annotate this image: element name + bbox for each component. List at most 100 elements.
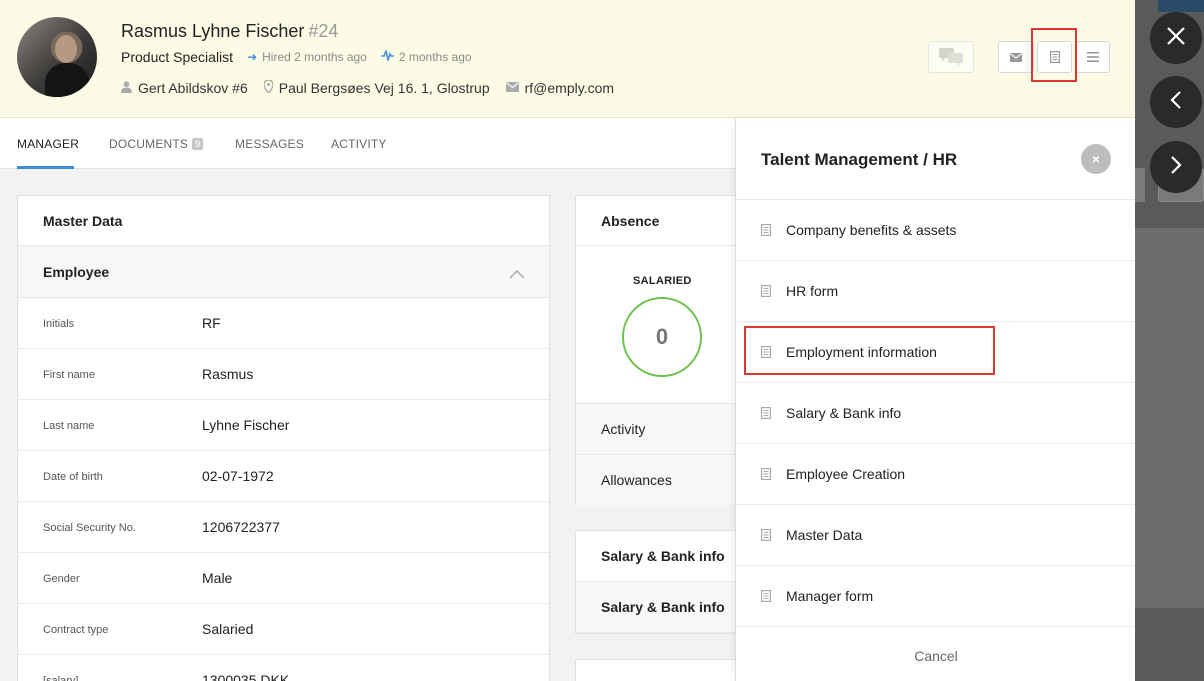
form-list-item-label: HR form xyxy=(786,283,839,299)
additional-card xyxy=(575,659,745,681)
data-row: Initials RF xyxy=(18,298,549,349)
contact-line: Gert Abildskov #6 Paul Bergsøes Vej 16. … xyxy=(121,79,630,96)
envelope-icon xyxy=(505,81,519,95)
tab-activity[interactable]: ACTIVITY xyxy=(331,137,387,151)
chevron-right-icon xyxy=(1170,155,1182,180)
address-text: Paul Bergsøes Vej 16. 1, Glostrup xyxy=(278,80,490,96)
field-value[interactable]: Male xyxy=(202,570,232,586)
form-list-item[interactable]: Master Data xyxy=(736,505,1135,566)
document-icon xyxy=(761,468,771,480)
salary-bank-card: Salary & Bank info Salary & Bank info xyxy=(575,530,745,634)
hired-meta: ➜ Hired 2 months ago xyxy=(247,50,367,64)
form-list-item[interactable]: HR form xyxy=(736,261,1135,322)
field-value[interactable]: Lyhne Fischer xyxy=(202,417,289,433)
absence-title: Absence xyxy=(576,196,744,246)
field-value[interactable]: Salaried xyxy=(202,621,253,637)
tab-messages-label: MESSAGES xyxy=(235,137,304,151)
absence-row-activity[interactable]: Activity xyxy=(576,403,744,454)
field-label: First name xyxy=(43,369,95,381)
highlight-employment-information xyxy=(744,326,995,375)
chevron-up-icon[interactable] xyxy=(509,266,525,282)
salary-row-label: Salary & Bank info xyxy=(601,548,725,564)
field-value[interactable]: Rasmus xyxy=(202,366,253,382)
email-info[interactable]: rf@emply.com xyxy=(505,80,614,96)
form-list-item-label: Master Data xyxy=(786,527,863,543)
cancel-button[interactable]: Cancel xyxy=(736,648,1135,664)
job-line: Product Specialist ➜ Hired 2 months ago … xyxy=(121,48,472,65)
employee-section-header[interactable]: Employee xyxy=(18,246,549,298)
close-overlay-button[interactable] xyxy=(1150,12,1202,64)
form-list: Company benefits & assets HR form Employme… xyxy=(736,199,1135,627)
absence-count: 0 xyxy=(655,324,669,349)
field-label: Date of birth xyxy=(43,471,103,483)
profile-header: Rasmus Lyhne Fischer #24 Product Speciali… xyxy=(0,0,1135,118)
field-value[interactable]: 1300035 DKK xyxy=(202,672,289,681)
salary-row[interactable]: Salary & Bank info xyxy=(576,531,744,582)
previous-button[interactable] xyxy=(1150,76,1202,128)
background-toolbar-fragment xyxy=(1158,0,1204,12)
job-title: Product Specialist xyxy=(121,49,234,65)
absence-row-allowances[interactable]: Allowances xyxy=(576,454,744,505)
avatar xyxy=(17,17,97,97)
absence-card: Absence SALARIED 0 Activity Allowances xyxy=(575,195,745,505)
document-icon xyxy=(761,224,771,236)
document-icon xyxy=(761,285,771,297)
field-value[interactable]: 1206722377 xyxy=(202,519,280,535)
chat-bubbles-icon xyxy=(939,48,963,66)
form-list-item[interactable]: Salary & Bank info xyxy=(736,383,1135,444)
data-row: Contract type Salaried xyxy=(18,604,549,655)
tab-documents-label: DOCUMENTS xyxy=(109,137,189,151)
absence-type-label: SALARIED xyxy=(633,275,692,287)
form-list-item[interactable]: Company benefits & assets xyxy=(736,200,1135,261)
data-row: Social Security No. 1206722377 xyxy=(18,502,549,553)
hamburger-menu-icon xyxy=(1086,52,1099,62)
hired-text: Hired 2 months ago xyxy=(262,50,367,64)
tab-activity-label: ACTIVITY xyxy=(331,137,387,151)
field-label: Social Security No. xyxy=(43,522,136,534)
form-list-item-label: Company benefits & assets xyxy=(786,222,957,238)
activity-meta: 2 months ago xyxy=(380,48,472,64)
employee-name: Rasmus Lyhne Fischer xyxy=(121,21,305,41)
salary-row-label: Salary & Bank info xyxy=(601,599,725,615)
field-value[interactable]: 02-07-1972 xyxy=(202,468,274,484)
form-list-item-label: Employee Creation xyxy=(786,466,906,482)
absence-row-label: Activity xyxy=(601,421,646,437)
tab-manager[interactable]: MANAGER xyxy=(17,137,79,151)
chat-button[interactable] xyxy=(928,41,974,73)
field-label: [salary] xyxy=(43,675,79,681)
tab-documents[interactable]: DOCUMENTS 9 xyxy=(109,137,204,151)
manager-info[interactable]: Gert Abildskov #6 xyxy=(121,80,248,96)
employee-number: #24 xyxy=(308,21,339,41)
employee-name-line: Rasmus Lyhne Fischer #24 xyxy=(121,21,338,42)
chevron-left-icon xyxy=(1170,90,1182,115)
tab-messages[interactable]: MESSAGES xyxy=(235,137,304,151)
profile-view: Rasmus Lyhne Fischer #24 Product Speciali… xyxy=(0,0,1135,681)
document-icon xyxy=(761,590,771,602)
panel-close-button[interactable]: × xyxy=(1081,144,1111,174)
field-label: Last name xyxy=(43,420,95,432)
absence-count-ring: 0 xyxy=(622,297,702,377)
employee-section-title: Employee xyxy=(43,263,110,280)
field-value[interactable]: RF xyxy=(202,315,221,331)
salary-row[interactable]: Salary & Bank info xyxy=(576,582,744,633)
form-list-item[interactable]: Manager form xyxy=(736,566,1135,627)
data-row: First name Rasmus xyxy=(18,349,549,400)
email-button[interactable] xyxy=(998,41,1034,73)
activity-text: 2 months ago xyxy=(398,50,472,64)
active-tab-indicator xyxy=(17,166,74,169)
field-label: Initials xyxy=(43,318,75,330)
menu-button[interactable] xyxy=(1075,41,1110,73)
form-list-item-label: Manager form xyxy=(786,588,874,604)
next-button[interactable] xyxy=(1150,141,1202,193)
form-list-item[interactable]: Employee Creation xyxy=(736,444,1135,505)
tab-manager-label: MANAGER xyxy=(17,137,80,151)
absence-row-label: Allowances xyxy=(601,472,672,488)
data-row: Last name Lyhne Fischer xyxy=(18,400,549,451)
field-label: Contract type xyxy=(43,624,109,636)
data-row: Date of birth 02-07-1972 xyxy=(18,451,549,502)
background-input-fragment xyxy=(1135,168,1145,202)
close-icon: × xyxy=(1091,151,1101,167)
data-row: [salary] 1300035 DKK xyxy=(18,655,549,681)
arrow-right-icon: ➜ xyxy=(247,50,258,64)
documents-count-badge: 9 xyxy=(192,138,204,150)
